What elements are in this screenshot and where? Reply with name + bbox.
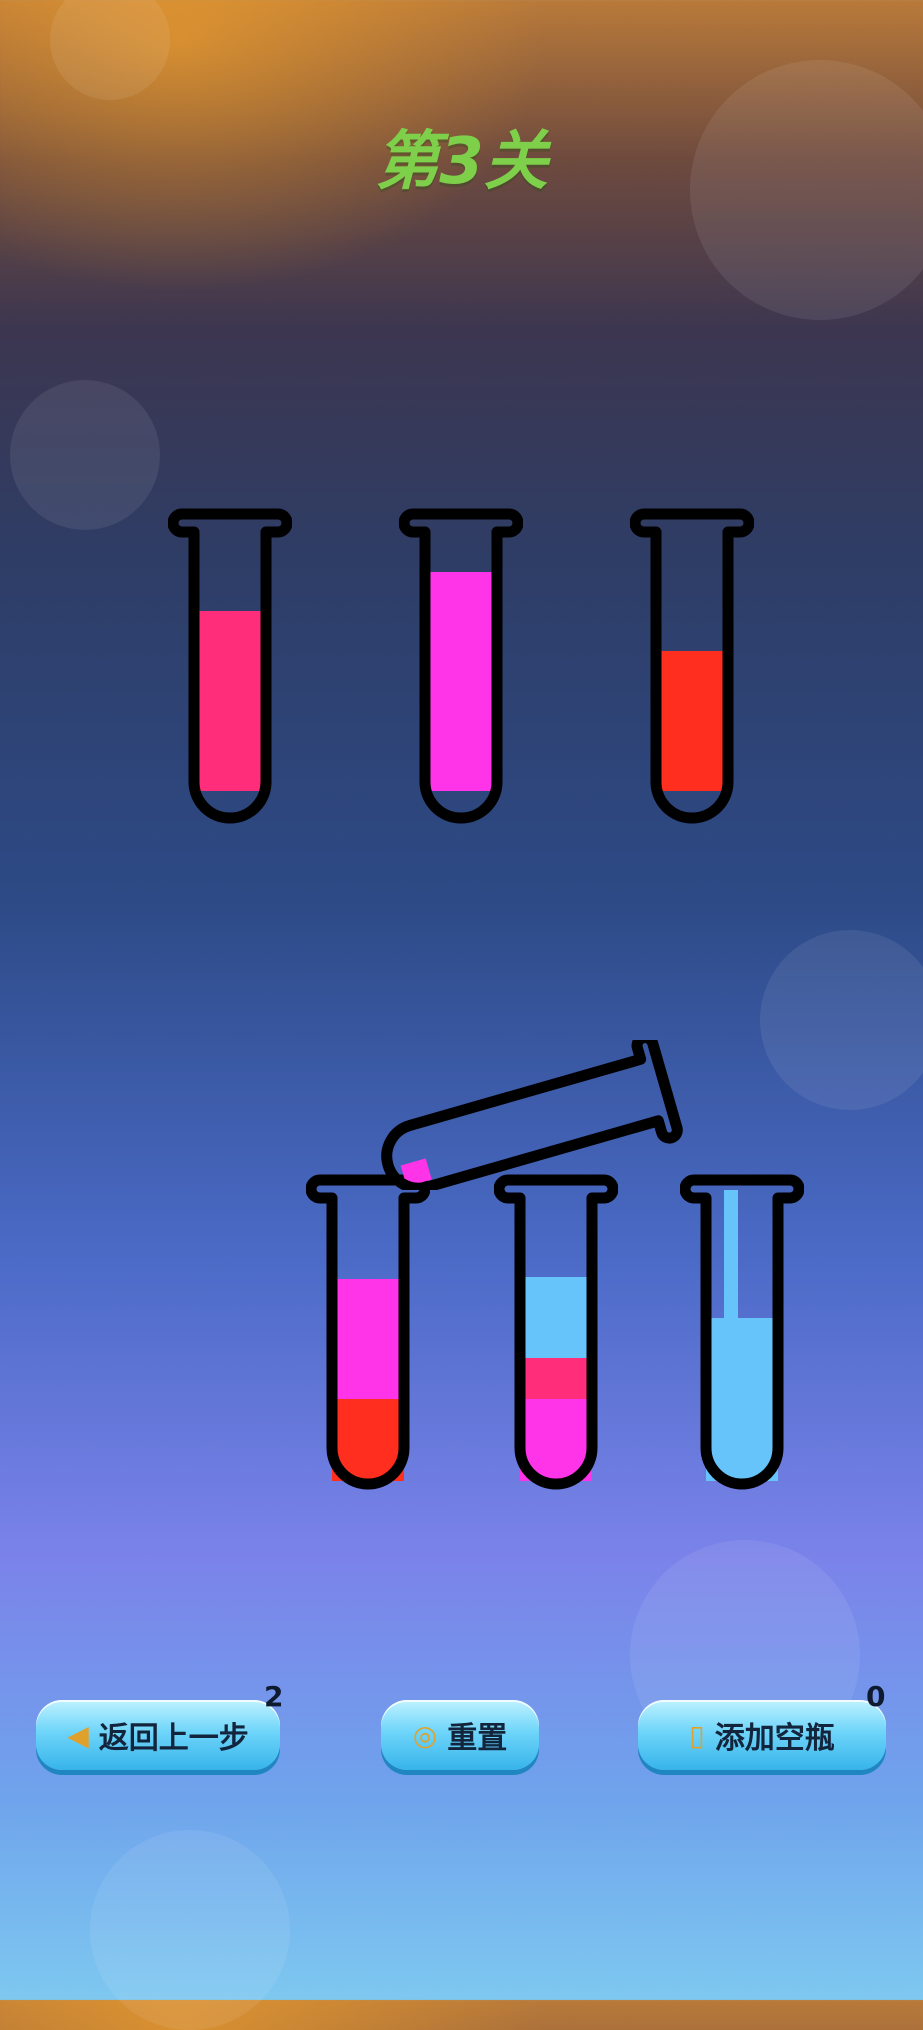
tube-3[interactable] (630, 506, 754, 826)
add-bottle-count-badge: 0 (866, 1680, 886, 1713)
reset-ring-icon: ◎ (412, 1718, 438, 1752)
tube-1[interactable] (168, 506, 292, 826)
undo-arrow-icon: ◀ (67, 1718, 89, 1752)
level-title: 第3关 (375, 125, 548, 199)
tube-2[interactable] (399, 506, 523, 826)
reset-button-label: 重置 (447, 1721, 508, 1756)
add-bottle-button-label: 添加空瓶 (714, 1721, 835, 1756)
liquid-layer (520, 1277, 592, 1359)
add-bottle-button[interactable]: ▯ 添加空瓶 (638, 1700, 886, 1770)
bokeh-light (90, 1830, 290, 2030)
tube-5[interactable] (494, 1172, 618, 1492)
tube-4[interactable] (306, 1172, 430, 1492)
tube-6[interactable] (680, 1172, 804, 1492)
undo-button[interactable]: ◀ 返回上一步 (36, 1700, 280, 1770)
liquid-layer (332, 1279, 404, 1401)
bokeh-light (10, 380, 160, 530)
undo-button-label: 返回上一步 (98, 1721, 249, 1756)
liquid-layer (425, 572, 497, 791)
add-bottle-icon: ▯ (689, 1718, 705, 1752)
bokeh-light (760, 930, 923, 1110)
reset-button[interactable]: ◎ 重置 (381, 1700, 539, 1770)
liquid-layer (520, 1358, 592, 1400)
liquid-layer (194, 611, 266, 791)
pouring-tube (372, 1032, 702, 1194)
liquid-layer (656, 651, 728, 791)
pour-stream (724, 1190, 738, 1320)
liquid-layer (706, 1318, 778, 1481)
undo-count-badge: 2 (264, 1680, 284, 1713)
bokeh-light (50, 0, 170, 100)
